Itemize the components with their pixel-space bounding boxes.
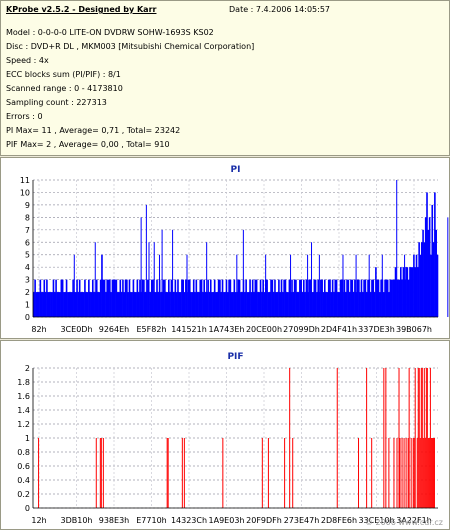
y-tick-label: 2 [25, 364, 30, 373]
pi-stats-line: PI Max= 11 , Average= 0,71 , Total= 2324… [6, 126, 181, 135]
x-tick-label: 82h [31, 325, 46, 334]
y-tick-label: 8 [25, 213, 30, 222]
x-tick-label: 3DB10h [61, 516, 93, 525]
x-tick-label: 938E3h [99, 516, 129, 525]
x-tick-label: 2D4F41h [321, 325, 357, 334]
y-tick-label: 0.6 [17, 462, 30, 471]
x-tick-label: E5F82h [137, 325, 167, 334]
y-tick-label: 1.2 [17, 420, 30, 429]
x-tick-label: 1A9E03h [209, 516, 245, 525]
pi-chart-panel: PI 0 1 2 3 4 5 6 7 8 9 10 11 82h 3CE0Dh 9264Eh E5F82h 141… [0, 157, 450, 339]
x-tick-label: 20F9DFh [246, 516, 282, 525]
y-tick-label: 7 [25, 226, 30, 235]
x-tick-label: 141521h [171, 325, 207, 334]
y-tick-label: 6 [25, 238, 30, 247]
x-tick-label: 20CE00h [246, 325, 282, 334]
y-tick-label: 10 [20, 188, 30, 197]
errors-line: Errors : 0 [6, 112, 43, 121]
info-panel: KProbe v2.5.2 - Designed by Karr Date : … [0, 0, 450, 156]
y-tick-label: 11 [20, 176, 30, 185]
y-tick-label: 1.8 [17, 378, 30, 387]
x-tick-label: 1A743Eh [209, 325, 245, 334]
y-tick-label: 0 [25, 313, 30, 322]
chart-title: PI [231, 165, 241, 175]
pif-chart-panel: PIF 0 0.2 0.4 0.6 0.8 1 1.2 1.4 1.6 1.8 2 12h 3DB10h 9… [0, 340, 450, 530]
watermark: © 2006 www.cdr.cz [365, 518, 443, 527]
disc-line: Disc : DVD+R DL , MKM003 [Mitsubishi Che… [6, 42, 255, 51]
x-tick-label: 27099Dh [283, 325, 320, 334]
y-tick-label: 1 [25, 301, 30, 310]
y-tick-label: 3 [25, 276, 30, 285]
y-tick-label: 1 [25, 434, 30, 443]
scan-date: Date : 7.4.2006 14:05:57 [229, 5, 330, 14]
speed-line: Speed : 4x [6, 56, 49, 65]
y-tick-label: 0 [25, 504, 30, 513]
x-tick-label: 2D8FE6h [321, 516, 357, 525]
y-tick-label: 0.8 [17, 448, 30, 457]
pif-chart: PIF 0 0.2 0.4 0.6 0.8 1 1.2 1.4 1.6 1.8 2 12h 3DB10h 9… [17, 352, 443, 527]
chart-title: PIF [227, 352, 243, 362]
x-tick-label: E7710h [136, 516, 166, 525]
ecc-line: ECC blocks sum (PI/PIF) : 8/1 [6, 70, 121, 79]
y-tick-label: 9 [25, 201, 30, 210]
y-tick-label: 0.2 [17, 490, 30, 499]
x-tick-label: 39B067h [396, 325, 432, 334]
model-line: Model : 0-0-0-0 LITE-ON DVDRW SOHW-1693S… [6, 28, 214, 37]
x-tick-label: 9264Eh [99, 325, 129, 334]
app-title: KProbe v2.5.2 - Designed by Karr [6, 5, 157, 14]
pif-stats-line: PIF Max= 2 , Average= 0,00 , Total= 910 [6, 140, 170, 149]
pi-bar [436, 254, 439, 317]
y-tick-label: 1.6 [17, 392, 30, 401]
range-line: Scanned range : 0 - 4173810 [6, 84, 123, 93]
y-tick-label: 2 [25, 288, 30, 297]
x-tick-label: 12h [31, 516, 46, 525]
y-tick-label: 0.4 [17, 476, 30, 485]
y-tick-label: 5 [25, 251, 30, 260]
y-tick-label: 1.4 [17, 406, 30, 415]
x-tick-label: 273E47h [284, 516, 320, 525]
x-tick-label: 337DE3h [358, 325, 395, 334]
x-tick-label: 14323Ch [171, 516, 207, 525]
pi-chart: PI 0 1 2 3 4 5 6 7 8 9 10 11 82h 3CE0Dh 9264Eh E5F82h 141… [20, 165, 449, 334]
x-tick-label: 3CE0Dh [60, 325, 92, 334]
sampling-line: Sampling count : 227313 [6, 98, 107, 107]
y-tick-label: 4 [25, 263, 30, 272]
